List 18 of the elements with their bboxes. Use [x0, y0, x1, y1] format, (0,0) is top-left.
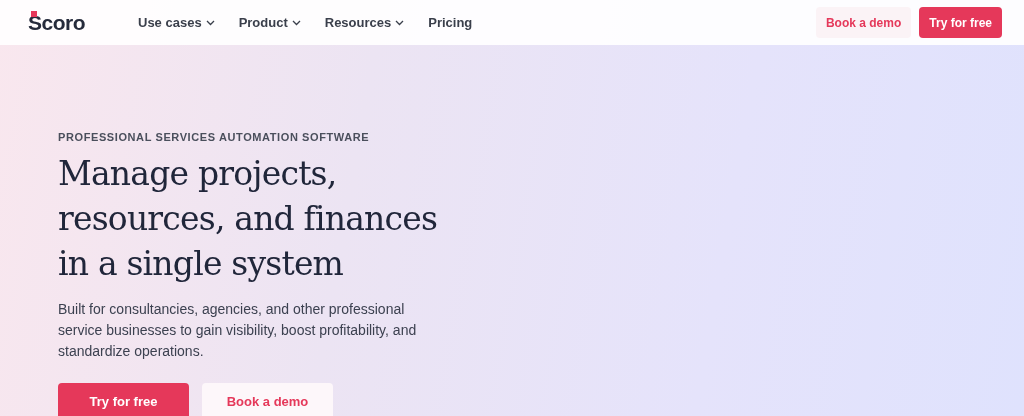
- header-button[interactable]: Try for free: [919, 7, 1002, 38]
- logo[interactable]: Scoro: [28, 10, 85, 35]
- chevron-down-icon: [291, 19, 301, 26]
- eyebrow-text: PROFESSIONAL SERVICES AUTOMATION SOFTWARE: [58, 131, 371, 143]
- nav-link[interactable]: Use cases: [138, 15, 215, 30]
- hero-heading-line: resources, and finances: [58, 198, 438, 240]
- hero-heading-line: in a single system: [58, 243, 344, 285]
- hero-heading-line: Manage projects,: [58, 153, 337, 195]
- hero-description: Built for consultancies, agencies, and other professional service businesses to gain visibility, boost profitability, and standardize operations.: [58, 300, 418, 361]
- hero-button[interactable]: Book a demo: [202, 383, 333, 416]
- nav-link[interactable]: Resources: [324, 15, 405, 30]
- logo-mark-icon: [31, 10, 37, 17]
- hero-button[interactable]: Try for free: [58, 383, 189, 416]
- nav-link[interactable]: Pricing: [428, 15, 473, 30]
- chevron-down-icon: [205, 19, 215, 26]
- nav-link[interactable]: Product: [238, 15, 301, 30]
- chevron-down-icon: [395, 19, 405, 26]
- header-button[interactable]: Book a demo: [815, 7, 912, 38]
